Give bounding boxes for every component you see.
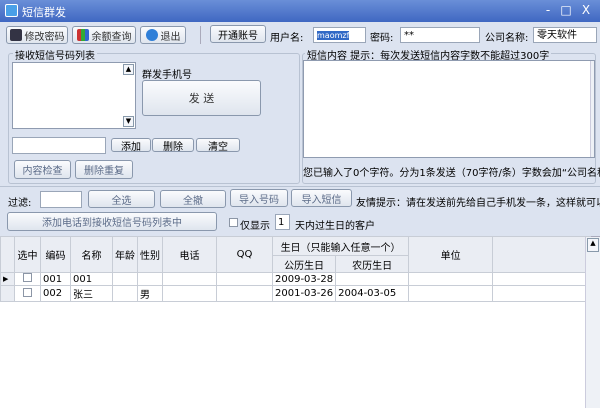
days-input[interactable]: 1 bbox=[275, 214, 290, 230]
phone-input[interactable] bbox=[12, 137, 106, 154]
check-content-button[interactable]: 内容检查 bbox=[14, 160, 71, 179]
table-row[interactable]: ▶ 001 001 2009-03-28 bbox=[0, 272, 592, 286]
header-phone[interactable]: 电话 bbox=[162, 236, 217, 273]
row-indicator bbox=[0, 285, 15, 302]
cell-unit[interactable] bbox=[408, 272, 494, 286]
header-blank bbox=[492, 236, 592, 273]
header-name[interactable]: 名称 bbox=[70, 236, 113, 273]
message-textarea[interactable] bbox=[303, 60, 595, 158]
exit-icon bbox=[145, 29, 158, 41]
chart-icon bbox=[76, 29, 89, 41]
cell-blank bbox=[492, 285, 592, 302]
cell-code[interactable]: 001 bbox=[40, 272, 71, 286]
balance-query-button[interactable]: 余额查询 bbox=[72, 26, 136, 44]
scroll-down-icon[interactable]: ▼ bbox=[123, 116, 134, 127]
header-lunar-birthday[interactable]: 农历生日 bbox=[335, 255, 410, 273]
minimize-button[interactable]: - bbox=[540, 3, 556, 18]
header-age[interactable]: 年龄 bbox=[112, 236, 138, 273]
header-solar-birthday[interactable]: 公历生日 bbox=[271, 255, 337, 273]
cell-phone[interactable] bbox=[162, 285, 217, 302]
maximize-button[interactable]: □ bbox=[558, 3, 574, 18]
mass-phone-label: 群发手机号 bbox=[142, 70, 192, 81]
key-icon bbox=[9, 29, 22, 41]
cell-age[interactable] bbox=[112, 272, 138, 286]
only-show-label: 仅显示 bbox=[240, 221, 270, 232]
table-row[interactable]: 002 张三 男 2001-03-26 2004-03-05 bbox=[0, 285, 592, 302]
grid-scrollbar[interactable]: ▲ bbox=[585, 237, 600, 408]
header-birthday: 生日（只能输入任意一个） bbox=[271, 236, 410, 256]
cell-code[interactable]: 002 bbox=[40, 285, 71, 302]
change-password-label: 修改密码 bbox=[24, 31, 65, 43]
close-button[interactable]: X bbox=[578, 3, 594, 18]
cell-name[interactable]: 张三 bbox=[70, 285, 113, 302]
cell-unit[interactable] bbox=[408, 285, 494, 302]
header-unit[interactable]: 单位 bbox=[408, 236, 494, 273]
cell-age[interactable] bbox=[112, 285, 138, 302]
header-gender[interactable]: 性别 bbox=[137, 236, 163, 273]
window-title: 短信群发 bbox=[22, 6, 66, 19]
row-checkbox[interactable] bbox=[23, 287, 32, 297]
recipients-title: 接收短信号码列表 bbox=[13, 47, 97, 62]
birthday-days-label: 天内过生日的客户 bbox=[295, 221, 375, 232]
remove-duplicates-button[interactable]: 删除重复 bbox=[75, 160, 133, 179]
cell-solar[interactable]: 2001-03-26 bbox=[271, 285, 337, 302]
current-row-icon: ▶ bbox=[0, 272, 15, 286]
add-to-list-button[interactable]: 添加电话到接收短信号码列表中 bbox=[7, 212, 217, 231]
cell-lunar[interactable] bbox=[335, 272, 410, 286]
add-button[interactable]: 添加 bbox=[111, 138, 151, 153]
toolbar-divider bbox=[200, 26, 201, 44]
filter-input[interactable] bbox=[40, 191, 82, 208]
send-button[interactable]: 发 送 bbox=[142, 80, 261, 116]
change-password-button[interactable]: 修改密码 bbox=[6, 26, 68, 44]
row-indicator-header bbox=[0, 236, 15, 273]
balance-query-label: 余额查询 bbox=[91, 31, 132, 43]
friendly-tip: 友情提示：请在发送前先给自己手机发一条，这样就可以知 bbox=[356, 198, 600, 209]
delete-button[interactable]: 删除 bbox=[152, 138, 194, 153]
open-account-button[interactable]: 开通账号 bbox=[210, 25, 266, 43]
row-checkbox[interactable] bbox=[23, 273, 32, 282]
company-label: 公司名称: bbox=[485, 33, 529, 44]
cell-solar[interactable]: 2009-03-28 bbox=[271, 272, 337, 286]
username-label: 用户名: bbox=[270, 33, 304, 44]
message-scrollbar[interactable] bbox=[590, 61, 594, 157]
cell-phone[interactable] bbox=[162, 272, 217, 286]
select-all-button[interactable]: 全选 bbox=[88, 190, 155, 208]
username-value: maomzf bbox=[317, 31, 350, 40]
password-label: 密码: bbox=[370, 33, 394, 44]
header-code[interactable]: 编码 bbox=[40, 236, 71, 273]
cell-gender[interactable]: 男 bbox=[137, 285, 163, 302]
char-count-status: 您已输入了0个字符。分为1条发送（70字符/条）字数会加“公司名称” bbox=[303, 168, 600, 179]
recipient-list[interactable]: ▲ ▼ bbox=[12, 62, 136, 129]
exit-button[interactable]: 退出 bbox=[140, 26, 186, 44]
import-numbers-button[interactable]: 导入号码 bbox=[230, 189, 288, 207]
divider bbox=[0, 186, 600, 187]
cell-qq[interactable] bbox=[216, 272, 273, 286]
scroll-up-icon[interactable]: ▲ bbox=[587, 238, 599, 252]
title-bar: 短信群发 - □ X bbox=[0, 0, 600, 22]
cell-qq[interactable] bbox=[216, 285, 273, 302]
company-input[interactable]: 零天软件 bbox=[533, 27, 597, 43]
import-sms-button[interactable]: 导入短信 bbox=[291, 189, 352, 207]
customer-table: 选中 编码 名称 年龄 性别 电话 QQ 生日（只能输入任意一个） 单位 公历生… bbox=[0, 236, 592, 302]
scroll-up-icon[interactable]: ▲ bbox=[123, 64, 134, 75]
exit-label: 退出 bbox=[160, 31, 181, 43]
cell-name[interactable]: 001 bbox=[70, 272, 113, 286]
only-show-checkbox[interactable] bbox=[229, 218, 238, 227]
cell-gender[interactable] bbox=[137, 272, 163, 286]
header-selected[interactable]: 选中 bbox=[14, 236, 41, 273]
header-qq[interactable]: QQ bbox=[216, 236, 273, 273]
username-input[interactable]: maomzf bbox=[313, 27, 366, 43]
deselect-all-button[interactable]: 全撤 bbox=[160, 190, 226, 208]
cell-blank bbox=[492, 272, 592, 286]
cell-lunar[interactable]: 2004-03-05 bbox=[335, 285, 410, 302]
filter-label: 过滤: bbox=[8, 198, 32, 209]
password-input[interactable]: ** bbox=[400, 27, 480, 43]
app-icon bbox=[5, 4, 18, 17]
clear-button[interactable]: 清空 bbox=[196, 138, 240, 153]
